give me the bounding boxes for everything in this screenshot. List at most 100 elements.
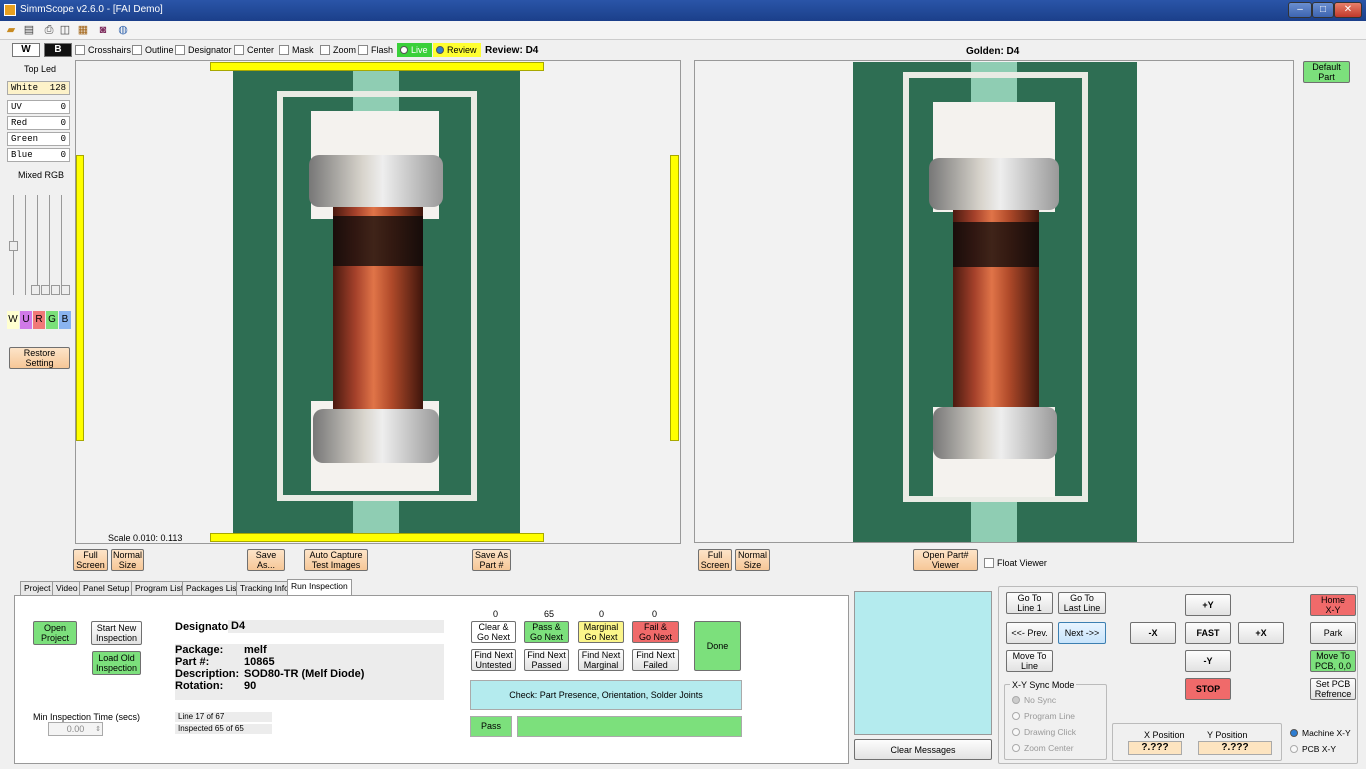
document-icon[interactable]: ▤ — [22, 23, 36, 37]
auto-capture-button[interactable]: Auto Capture Test Images — [304, 549, 368, 571]
start-new-inspection-button[interactable]: Start New Inspection — [91, 621, 142, 645]
u-color-chip[interactable]: U — [20, 311, 32, 329]
green-slider[interactable] — [49, 195, 58, 295]
minimize-button[interactable]: – — [1288, 2, 1312, 18]
home-xy-button[interactable]: Home X-Y — [1310, 594, 1356, 616]
clear-go-next-button[interactable]: Clear & Go Next — [471, 621, 516, 643]
fast-button[interactable]: FAST — [1185, 622, 1231, 644]
g-color-chip[interactable]: G — [46, 311, 58, 329]
slider-thumb[interactable] — [61, 285, 70, 295]
default-part-button[interactable]: Default Part — [1303, 61, 1350, 83]
blue-led-field[interactable]: Blue 0 — [7, 148, 70, 162]
find-next-untested-button[interactable]: Find Next Untested — [471, 649, 516, 671]
set-pcb-reference-button[interactable]: Set PCB Refrence — [1310, 678, 1356, 700]
green-led-field[interactable]: Green 0 — [7, 132, 70, 146]
plus-x-button[interactable]: +X — [1238, 622, 1284, 644]
maximize-button[interactable]: □ — [1312, 2, 1334, 18]
machine-xy-radio[interactable]: Machine X-Y — [1290, 728, 1351, 738]
designator-checkbox[interactable]: Designator — [175, 43, 232, 57]
slider-thumb[interactable] — [41, 285, 50, 295]
full-screen-button[interactable]: Full Screen — [73, 549, 108, 571]
minus-y-button[interactable]: -Y — [1185, 650, 1231, 672]
next-button[interactable]: Next ->> — [1058, 622, 1106, 644]
save-as-part-button[interactable]: Save As Part # — [472, 549, 511, 571]
park-button[interactable]: Park — [1310, 622, 1356, 644]
flash-checkbox[interactable]: Flash — [358, 43, 393, 57]
tab-panel-setup[interactable]: Panel Setup — [79, 581, 134, 595]
spinner-icon[interactable]: ⇕ — [95, 724, 101, 736]
go-to-last-line-button[interactable]: Go To Last Line — [1058, 592, 1106, 614]
white-led-field[interactable]: White 128 — [7, 81, 70, 95]
uv-led-field[interactable]: UV 0 — [7, 100, 70, 114]
red-slider[interactable] — [37, 195, 46, 295]
review-radio[interactable]: Review — [433, 43, 481, 57]
min-inspection-time-input[interactable]: 0.00 ⇕ — [48, 722, 103, 736]
print-icon[interactable]: ⎙ — [42, 23, 56, 37]
prev-button[interactable]: <<- Prev. — [1006, 622, 1053, 644]
center-checkbox[interactable]: Center — [234, 43, 274, 57]
find-next-failed-button[interactable]: Find Next Failed — [632, 649, 679, 671]
normal-size-button[interactable]: Normal Size — [111, 549, 144, 571]
r-color-chip[interactable]: R — [33, 311, 45, 329]
review-image-viewer[interactable]: Scale 0.010: 0.113 — [75, 60, 681, 544]
pass-go-next-button[interactable]: Pass & Go Next — [524, 621, 569, 643]
mask-checkbox[interactable]: Mask — [279, 43, 314, 57]
camera-icon[interactable]: ◙ — [96, 23, 110, 37]
live-radio[interactable]: Live — [397, 43, 432, 57]
zoom-center-radio[interactable]: Zoom Center — [1012, 743, 1074, 753]
grid-icon[interactable]: ▦ — [76, 23, 90, 37]
clear-count: 0 — [493, 609, 499, 619]
open-folder-icon[interactable]: ▰ — [4, 23, 18, 37]
golden-normal-size-button[interactable]: Normal Size — [735, 549, 770, 571]
close-button[interactable]: ✕ — [1334, 2, 1362, 18]
program-line-radio[interactable]: Program Line — [1012, 711, 1075, 721]
golden-full-screen-button[interactable]: Full Screen — [698, 549, 732, 571]
slider-thumb[interactable] — [9, 241, 18, 251]
tab-video[interactable]: Video — [52, 581, 82, 595]
done-button[interactable]: Done — [694, 621, 741, 671]
pcb-xy-radio[interactable]: PCB X-Y — [1290, 744, 1336, 754]
globe-icon[interactable]: ◍ — [116, 23, 130, 37]
b-color-chip[interactable]: B — [59, 311, 71, 329]
find-next-passed-button[interactable]: Find Next Passed — [524, 649, 569, 671]
marginal-go-next-button[interactable]: Marginal Go Next — [578, 621, 624, 643]
zoom-checkbox[interactable]: Zoom — [320, 43, 356, 57]
w-color-chip[interactable]: W — [7, 311, 19, 329]
minus-x-button[interactable]: -X — [1130, 622, 1176, 644]
move-to-line-button[interactable]: Move To Line — [1006, 650, 1053, 672]
tab-tracking-info[interactable]: Tracking Info — [236, 581, 293, 595]
move-to-pcb-button[interactable]: Move To PCB, 0,0 — [1310, 650, 1356, 672]
red-led-field[interactable]: Red 0 — [7, 116, 70, 130]
open-project-button[interactable]: Open Project — [33, 621, 77, 645]
led-sliders — [7, 185, 71, 305]
no-sync-radio[interactable]: No Sync — [1012, 695, 1056, 705]
slider-thumb[interactable] — [31, 285, 40, 295]
black-bg-button[interactable]: B — [44, 43, 72, 57]
tab-run-inspection[interactable]: Run Inspection — [287, 579, 352, 595]
fail-go-next-button[interactable]: Fail & Go Next — [632, 621, 679, 643]
blue-slider[interactable] — [61, 195, 70, 295]
print-preview-icon[interactable]: ◫ — [58, 23, 72, 37]
package-value: melf — [244, 644, 267, 656]
tab-project[interactable]: Project — [20, 581, 55, 595]
golden-image-viewer[interactable] — [694, 60, 1294, 543]
result-comment-field[interactable] — [517, 716, 742, 737]
restore-setting-button[interactable]: Restore Setting — [9, 347, 70, 369]
tab-program-list[interactable]: Program List — [131, 581, 188, 595]
float-viewer-checkbox[interactable]: Float Viewer — [984, 556, 1047, 570]
open-part-viewer-button[interactable]: Open Part# Viewer — [913, 549, 978, 571]
outline-checkbox[interactable]: Outline — [132, 43, 174, 57]
stop-button[interactable]: STOP — [1185, 678, 1231, 700]
tab-packages-list[interactable]: Packages List — [182, 581, 243, 595]
save-as-button[interactable]: Save As... — [247, 549, 285, 571]
crosshairs-checkbox[interactable]: Crosshairs — [75, 43, 131, 57]
uv-slider[interactable] — [25, 195, 34, 295]
white-bg-button[interactable]: W — [12, 43, 40, 57]
drawing-click-radio[interactable]: Drawing Click — [1012, 727, 1076, 737]
load-old-inspection-button[interactable]: Load Old Inspection — [92, 651, 141, 675]
go-to-line-1-button[interactable]: Go To Line 1 — [1006, 592, 1053, 614]
find-next-marginal-button[interactable]: Find Next Marginal — [578, 649, 624, 671]
clear-messages-button[interactable]: Clear Messages — [854, 739, 992, 760]
plus-y-button[interactable]: +Y — [1185, 594, 1231, 616]
slider-thumb[interactable] — [51, 285, 60, 295]
